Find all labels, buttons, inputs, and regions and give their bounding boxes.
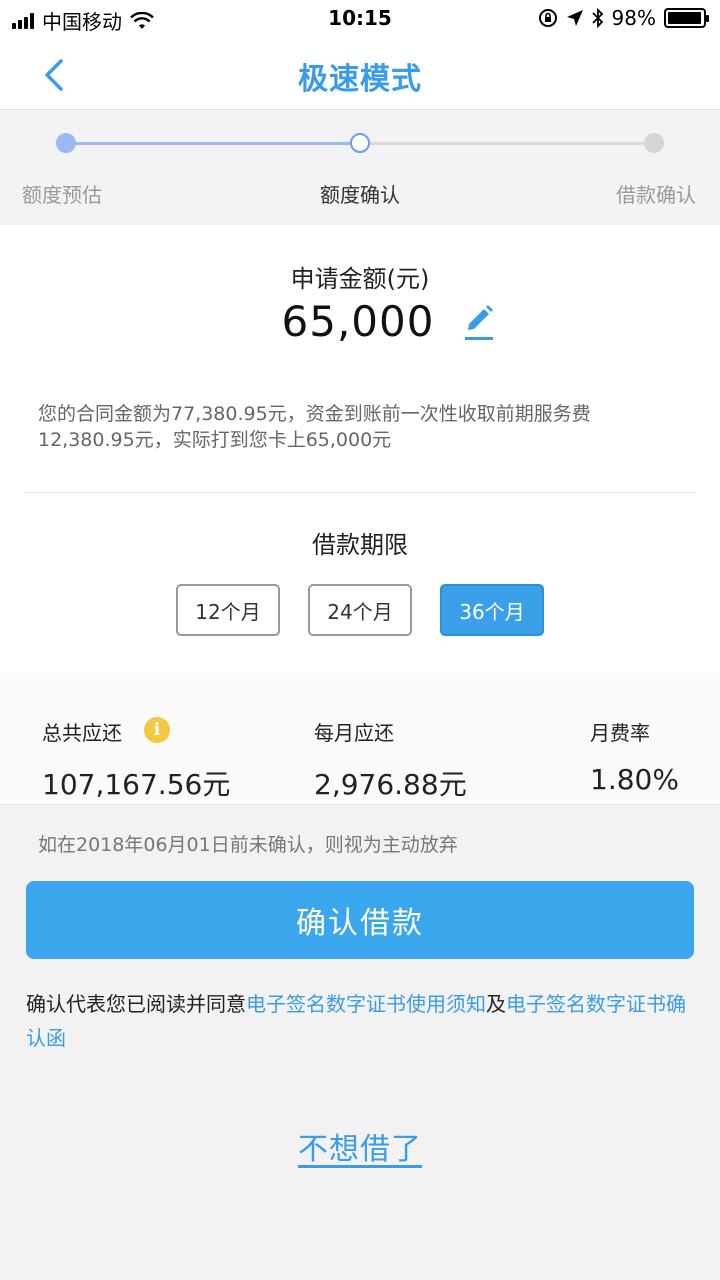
- agreement-connector: 及: [486, 992, 506, 1016]
- status-right: 98%: [538, 6, 709, 30]
- repayment-summary: 总共应还 i 107,167.56元 每月应还 2,976.88元 月费率 1.…: [0, 673, 720, 805]
- total-value: 107,167.56元: [42, 768, 231, 801]
- battery-icon: [664, 8, 709, 28]
- step-line-todo: [360, 142, 654, 145]
- agreement-link-notice[interactable]: 电子签名数字证书使用须知: [246, 992, 486, 1016]
- term-option-36[interactable]: 36个月: [440, 584, 544, 636]
- divider: [24, 492, 696, 493]
- deadline-note: 如在2018年06月01日前未确认，则视为主动放弃: [38, 834, 458, 856]
- confirm-loan-button[interactable]: 确认借款: [26, 881, 694, 959]
- step-label-loan: 借款确认: [616, 183, 696, 207]
- agreement-prefix: 确认代表您已阅读并同意: [26, 992, 246, 1016]
- application-card: 申请金额(元) 65,000 您的合同金额为77,380.95元，资金到账前一次…: [0, 225, 720, 673]
- step-label-confirm: 额度确认: [320, 183, 400, 207]
- monthly-label: 每月应还: [314, 721, 394, 745]
- page-title: 极速模式: [298, 62, 422, 97]
- rate-label: 月费率: [590, 721, 650, 745]
- pencil-icon: [465, 304, 494, 340]
- step-line-done: [66, 142, 360, 145]
- term-option-24[interactable]: 24个月: [308, 584, 412, 636]
- info-icon[interactable]: i: [144, 717, 170, 743]
- nav-bar: 极速模式: [0, 38, 720, 110]
- battery-percent: 98%: [611, 6, 656, 30]
- cancel-loan-link[interactable]: 不想借了: [0, 1124, 720, 1168]
- location-arrow-icon: [566, 10, 583, 26]
- progress-stepper: 额度预估 额度确认 借款确认: [0, 111, 720, 225]
- rotation-lock-icon: [538, 9, 557, 27]
- amount-value: 65,000: [281, 297, 435, 346]
- bluetooth-icon: [591, 8, 603, 28]
- battery-fill: [668, 12, 702, 24]
- total-label: 总共应还: [42, 721, 122, 745]
- status-bar: 中国移动 10:15 98%: [0, 0, 720, 38]
- step-dot-estimate: [56, 133, 76, 153]
- amount-title: 申请金额(元): [290, 265, 430, 293]
- rate-value: 1.80%: [590, 763, 679, 796]
- amount-row: 65,000: [0, 297, 720, 346]
- term-option-12[interactable]: 12个月: [176, 584, 280, 636]
- agreement-text: 确认代表您已阅读并同意电子签名数字证书使用须知及电子签名数字证书确认函: [26, 987, 694, 1055]
- step-dot-confirm: [350, 133, 370, 153]
- edit-amount-button[interactable]: [462, 302, 496, 342]
- contract-note: 您的合同金额为77,380.95元，资金到账前一次性收取前期服务费12,380.…: [38, 403, 591, 451]
- monthly-value: 2,976.88元: [314, 768, 467, 801]
- term-options: 12个月 24个月 36个月: [0, 584, 720, 636]
- term-title: 借款期限: [312, 531, 408, 559]
- step-dot-loan: [644, 133, 664, 153]
